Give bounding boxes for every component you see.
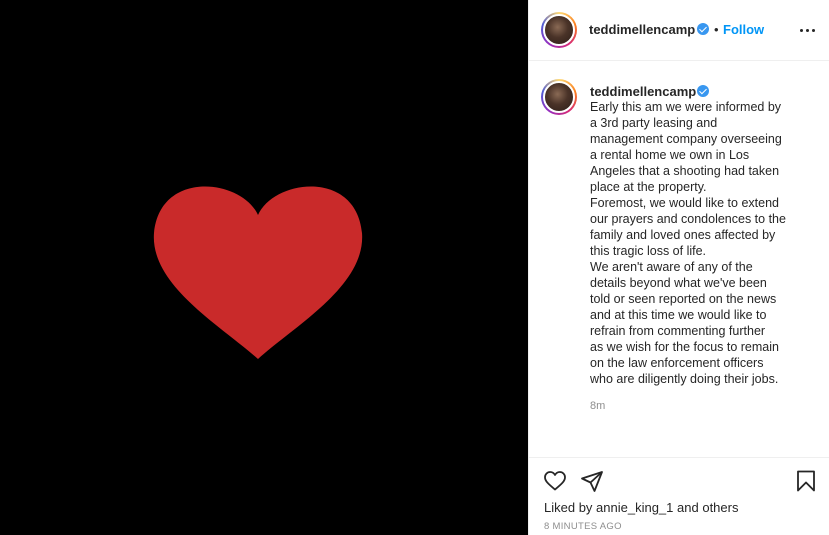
likes-summary: Liked by annie_king_1 and others [544,500,738,515]
post-media[interactable] [0,0,528,535]
liked-user-link[interactable]: annie_king_1 [596,500,673,515]
verified-badge-icon [697,23,709,35]
liked-by-prefix: Liked by [544,500,593,515]
username-link[interactable]: teddimellencamp [589,22,695,37]
caption-verified-badge-icon [697,85,709,97]
heart-outline-icon[interactable] [543,469,567,493]
caption-username-link[interactable]: teddimellencamp [590,84,696,99]
post-actions: Liked by annie_king_1 and others 8 MINUT… [529,457,829,535]
follow-button[interactable]: Follow [723,22,764,37]
bookmark-icon[interactable] [794,469,818,493]
paper-plane-icon[interactable] [580,469,604,493]
separator-dot: • [714,22,719,37]
post-header: teddimellencamp • Follow [529,0,829,61]
post-caption: Early this am we were informed by a 3rd … [590,100,786,386]
post-timestamp[interactable]: 8 MINUTES AGO [544,521,622,532]
avatar[interactable] [541,12,577,48]
more-options-icon[interactable] [800,22,816,38]
post-panel: teddimellencamp • Follow teddimellencamp… [528,0,829,535]
liked-by-suffix[interactable]: and others [677,500,738,515]
red-heart-image [153,186,363,359]
caption-avatar[interactable] [541,79,577,115]
caption-age: 8m [590,400,606,412]
